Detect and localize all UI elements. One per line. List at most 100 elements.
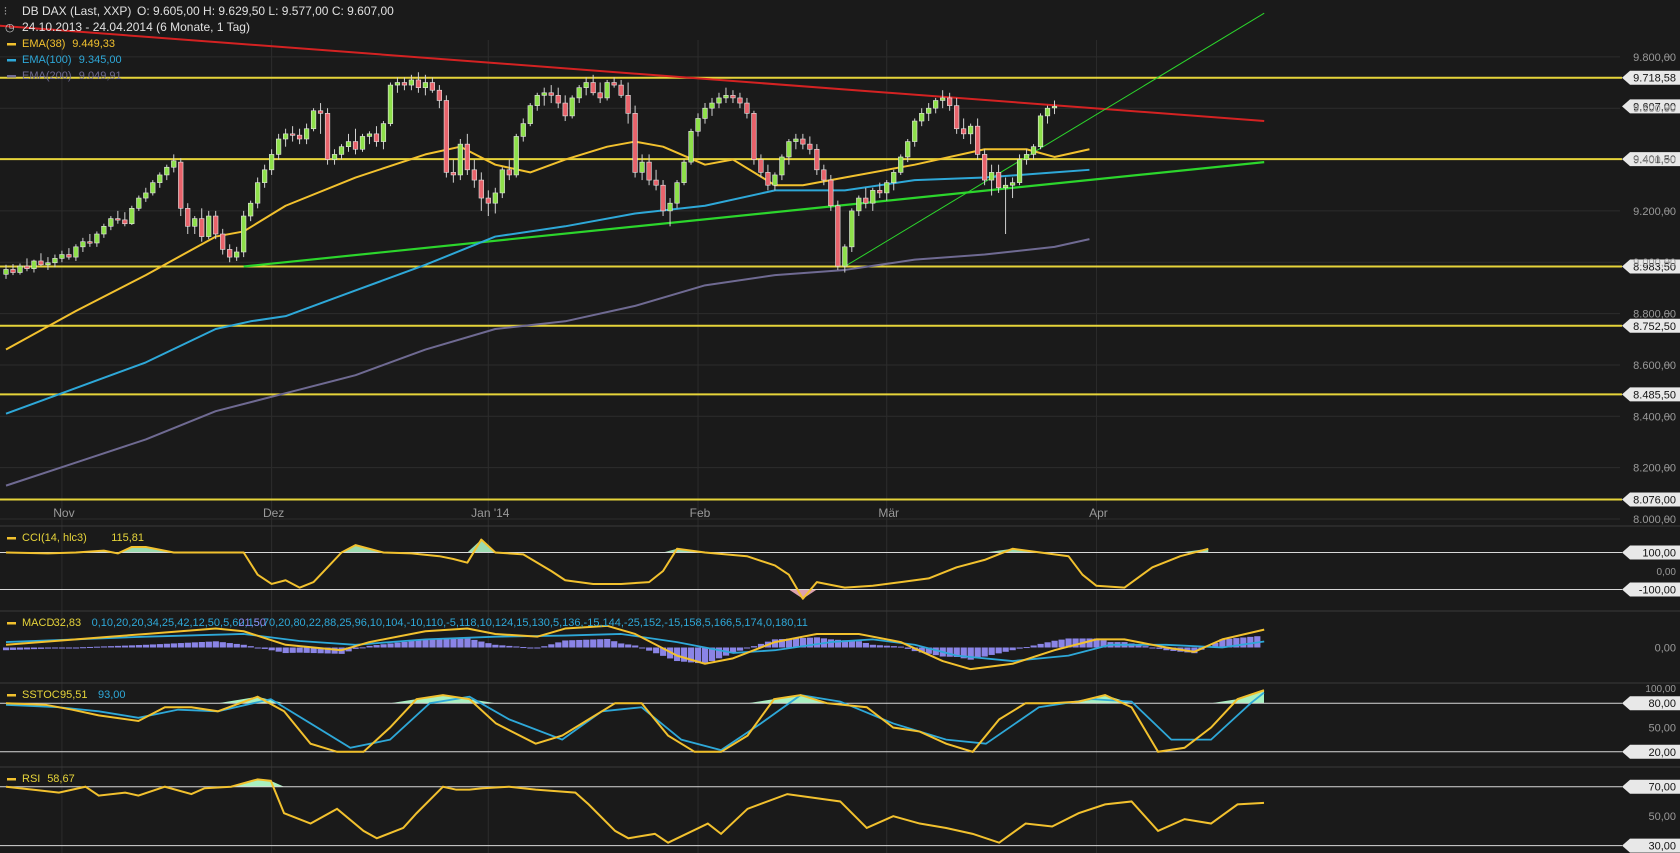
macd-histogram-bar	[163, 643, 170, 648]
candle-body	[345, 141, 352, 148]
macd-histogram-bar	[604, 638, 611, 648]
macd-histogram-bar	[373, 645, 380, 648]
macd-histogram-bar	[681, 647, 688, 662]
macd-histogram-bar	[541, 646, 548, 648]
sstoc-d-value: 93,00	[98, 689, 126, 701]
candle-body	[296, 134, 303, 140]
macd-histogram-bar	[548, 644, 555, 648]
macd-histogram-bar	[981, 647, 988, 657]
candle-body	[436, 89, 442, 101]
candle-body	[331, 154, 338, 160]
candle-body	[954, 105, 960, 130]
candle-body	[73, 246, 79, 258]
macd-histogram-bar	[233, 643, 240, 648]
candle-body	[912, 120, 918, 142]
candle-body	[143, 192, 149, 199]
x-tick-label: Nov	[53, 506, 74, 520]
candle-body	[1009, 182, 1016, 186]
macd-histogram-bar	[422, 639, 429, 648]
macd-histogram-bar	[576, 639, 583, 648]
x-tick-label: Feb	[690, 506, 711, 520]
macd-histogram-bar	[457, 638, 464, 648]
rsi-level-70-label: 70,00	[1648, 782, 1676, 794]
candle-body	[933, 100, 939, 109]
macd-histogram-bar	[534, 647, 541, 649]
candle-body	[667, 202, 673, 212]
sstoc-name: SSTOC	[22, 689, 60, 701]
candle-body	[814, 148, 820, 171]
macd-histogram-bar	[1009, 647, 1016, 651]
clock-icon: ◷	[5, 22, 15, 34]
candle-body	[94, 233, 100, 244]
macd-histogram-bar	[876, 645, 883, 648]
cci-zero-label: 0,00	[1657, 567, 1677, 578]
candle-body	[45, 262, 51, 266]
macd-zero-label: 0,00	[1655, 643, 1676, 655]
candle-body	[122, 219, 128, 225]
macd-histogram-bar	[205, 641, 212, 648]
candle-body	[150, 182, 156, 194]
candle-body	[884, 182, 890, 194]
macd-histogram-bar	[135, 645, 143, 648]
candle-body	[660, 184, 666, 212]
candle-body	[185, 208, 191, 227]
candle-body	[709, 102, 715, 109]
candle-body	[303, 128, 310, 140]
macd-histogram-bar	[3, 647, 10, 651]
x-tick-label: Apr	[1089, 506, 1108, 520]
macd-histogram-bar	[240, 644, 247, 648]
macd-histogram-bar	[387, 643, 394, 648]
macd-histogram-bar	[30, 647, 38, 650]
candle-body	[1023, 154, 1030, 160]
support-label: 8.752,50	[1633, 321, 1676, 333]
macd-histogram-bar	[177, 643, 184, 648]
instrument-title: DB DAX (Last, XXP)	[22, 4, 131, 18]
macd-histogram-bar	[443, 638, 450, 648]
candle-body	[674, 182, 680, 204]
macd-histogram-bar	[890, 646, 897, 648]
rsi-name: RSI	[22, 773, 40, 785]
macd-histogram-bar	[184, 642, 191, 648]
candle-body	[737, 97, 743, 104]
candle-body	[632, 113, 638, 173]
y-tick-label: 8.800,00	[1633, 309, 1676, 321]
cci-level-minus100-label: -100,00	[1639, 585, 1676, 597]
candle-body	[164, 166, 170, 176]
candle-body	[793, 138, 799, 142]
macd-histogram-bar	[114, 645, 122, 648]
macd-histogram-bar	[974, 647, 981, 659]
legend-swatch	[7, 59, 16, 62]
legend-value: 9.345,00	[79, 54, 122, 66]
macd-histogram-bar	[212, 641, 219, 648]
candle-body	[618, 84, 624, 96]
macd-histogram-bar	[583, 639, 590, 648]
y-tick-label: 8.600,00	[1633, 360, 1676, 372]
candle-body	[450, 172, 456, 176]
macd-histogram-bar	[632, 645, 639, 648]
macd-histogram-bar	[23, 647, 31, 650]
candle-body	[1030, 146, 1037, 155]
candle-body	[828, 179, 834, 207]
candle-body	[352, 141, 359, 150]
candle-body	[604, 82, 610, 99]
macd-histogram-bar	[569, 640, 576, 648]
candle-body	[758, 159, 764, 173]
chart-background	[0, 0, 1680, 853]
candle-body	[1051, 106, 1058, 109]
macd-histogram-bar	[702, 647, 709, 664]
macd-histogram-bar	[485, 643, 492, 648]
candle-body	[220, 233, 226, 250]
candle-body	[870, 190, 876, 204]
candle-body	[499, 169, 505, 194]
macd-histogram-bar	[79, 647, 87, 649]
cci-name: CCI(14, hlc3)	[22, 532, 87, 544]
candle-body	[569, 97, 575, 117]
candle-body	[681, 161, 687, 183]
candle-body	[359, 136, 366, 150]
candle-body	[555, 95, 561, 104]
macd-histogram-bar	[988, 647, 995, 655]
candle-body	[24, 265, 30, 269]
candle-body	[751, 113, 757, 160]
macd-histogram-bar	[1058, 639, 1065, 648]
candle-body	[115, 218, 121, 221]
